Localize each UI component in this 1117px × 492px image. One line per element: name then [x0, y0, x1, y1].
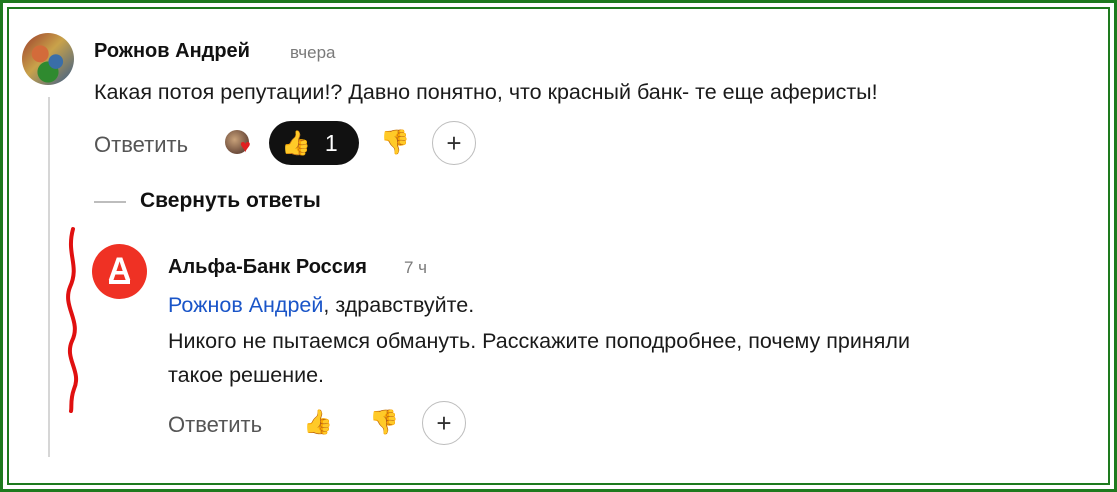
heart-icon: ♥: [240, 136, 251, 156]
reactors[interactable]: ♥: [225, 128, 261, 158]
thumbs-up-icon: 👍: [281, 129, 311, 157]
alfa-bank-logo-icon[interactable]: А: [92, 244, 147, 299]
avatar[interactable]: [22, 33, 74, 85]
annotation-squiggle: [66, 227, 78, 413]
like-button[interactable]: 👍 1: [269, 121, 359, 165]
reply-author[interactable]: Альфа-Банк Россия: [168, 256, 367, 279]
plus-icon: +: [436, 407, 452, 438]
reply-button[interactable]: Ответить: [168, 412, 262, 438]
comment-author[interactable]: Рожнов Андрей: [94, 40, 250, 63]
reply-text-line1: Рожнов Андрей, здравствуйте.: [168, 289, 474, 321]
comment-text: Какая потоя репутации!? Давно понятно, ч…: [94, 80, 878, 104]
add-reaction-button[interactable]: +: [432, 121, 476, 165]
comment-time: вчера: [290, 43, 336, 62]
reply-button[interactable]: Ответить: [94, 132, 188, 158]
logo-bar: [109, 280, 130, 284]
thumbs-up-icon: 👍: [303, 409, 333, 436]
like-count: 1: [324, 129, 338, 156]
plus-icon: +: [446, 127, 462, 158]
thumbs-down-icon: 👎: [369, 409, 399, 436]
greeting: , здравствуйте.: [323, 293, 475, 317]
reply-text-line3: такое решение.: [168, 363, 325, 387]
dislike-button[interactable]: 👎: [377, 124, 413, 162]
like-button[interactable]: 👍: [300, 404, 336, 442]
reply-time: 7 ч: [404, 258, 428, 277]
add-reaction-button[interactable]: +: [422, 401, 466, 445]
thumbs-down-icon: 👎: [380, 129, 410, 156]
collapse-line: [94, 201, 126, 203]
reply-text-line2: Никого не пытаемся обмануть. Расскажите …: [168, 329, 910, 353]
collapse-replies-button[interactable]: Свернуть ответы: [140, 189, 321, 213]
mention-link[interactable]: Рожнов Андрей: [168, 293, 323, 317]
dislike-button[interactable]: 👎: [366, 404, 402, 442]
thread-line: [48, 97, 50, 457]
